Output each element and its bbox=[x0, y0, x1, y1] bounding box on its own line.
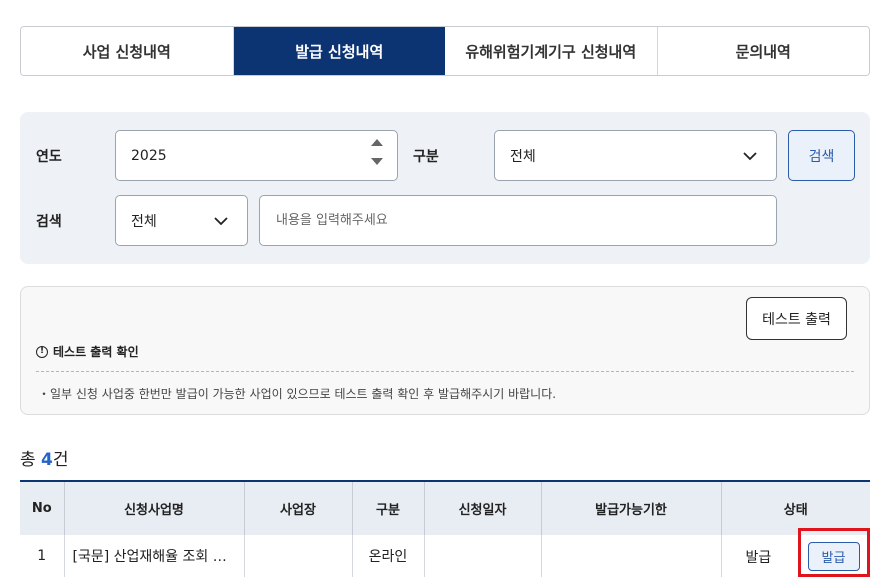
chevron-down-icon bbox=[743, 152, 757, 161]
cell-business-name[interactable]: [국문] 산업재해율 조회 … bbox=[64, 535, 245, 577]
tab-issuance-applications[interactable]: 발급 신청내역 bbox=[233, 27, 445, 75]
cell-type: 온라인 bbox=[352, 535, 425, 577]
notice-text: ・일부 신청 사업중 한번만 발급이 가능한 사업이 있으므로 테스트 출력 확… bbox=[38, 387, 557, 401]
cell-application-date bbox=[424, 535, 542, 577]
cell-status: 발급 발급 bbox=[721, 535, 870, 577]
tab-hazardous-machinery-applications[interactable]: 유해위험기계기구 신청내역 bbox=[445, 27, 658, 75]
notice-divider bbox=[36, 371, 854, 372]
category-select[interactable]: 전체 bbox=[494, 130, 777, 181]
col-header-no: No bbox=[20, 480, 65, 535]
total-suffix: 건 bbox=[52, 450, 69, 470]
notice-title-text: 테스트 출력 확인 bbox=[53, 345, 139, 359]
keyword-input[interactable] bbox=[259, 195, 777, 246]
issuance-table: No 신청사업명 사업장 구분 신청일자 발급가능기한 상태 1 [국문] 산업… bbox=[20, 480, 870, 577]
spinner-down-icon[interactable] bbox=[371, 158, 383, 165]
search-label: 검색 bbox=[36, 214, 62, 230]
category-selected-value: 전체 bbox=[510, 148, 536, 165]
test-print-button[interactable]: 테스트 출력 bbox=[746, 297, 847, 340]
status-text: 발급 bbox=[745, 550, 772, 566]
search-type-selected-value: 전체 bbox=[131, 213, 157, 230]
tab-business-applications[interactable]: 사업 신청내역 bbox=[21, 27, 234, 75]
total-prefix: 총 bbox=[20, 450, 42, 470]
col-header-workplace: 사업장 bbox=[244, 480, 353, 535]
cell-issue-deadline bbox=[541, 535, 722, 577]
year-value: 2025 bbox=[131, 147, 167, 164]
search-button[interactable]: 검색 bbox=[788, 130, 855, 181]
col-header-business-name: 신청사업명 bbox=[64, 480, 245, 535]
col-header-issue-deadline: 발급가능기한 bbox=[541, 480, 722, 535]
notice-title: ! 테스트 출력 확인 bbox=[36, 343, 139, 360]
year-label: 연도 bbox=[36, 149, 62, 165]
search-type-select[interactable]: 전체 bbox=[115, 195, 248, 246]
info-circle-icon: ! bbox=[36, 345, 48, 358]
chevron-down-icon bbox=[214, 217, 228, 226]
cell-workplace bbox=[244, 535, 353, 577]
cell-no: 1 bbox=[20, 535, 65, 577]
spinner-up-icon[interactable] bbox=[371, 139, 383, 146]
col-header-application-date: 신청일자 bbox=[424, 480, 542, 535]
total-count: 총 4건 bbox=[20, 445, 69, 470]
tab-inquiries[interactable]: 문의내역 bbox=[657, 27, 869, 75]
col-header-type: 구분 bbox=[352, 480, 425, 535]
tab-bar: 사업 신청내역 발급 신청내역 유해위험기계기구 신청내역 문의내역 bbox=[20, 26, 870, 76]
category-label: 구분 bbox=[413, 149, 439, 165]
col-header-status: 상태 bbox=[721, 480, 870, 535]
table-row: 1 [국문] 산업재해율 조회 … 온라인 발급 발급 bbox=[20, 535, 870, 577]
total-number: 4 bbox=[41, 450, 53, 470]
year-number-input[interactable]: 2025 bbox=[115, 130, 398, 181]
issue-button[interactable]: 발급 bbox=[807, 542, 860, 571]
table-header-row: No 신청사업명 사업장 구분 신청일자 발급가능기한 상태 bbox=[20, 480, 870, 535]
number-spinner-icon[interactable] bbox=[371, 139, 383, 165]
